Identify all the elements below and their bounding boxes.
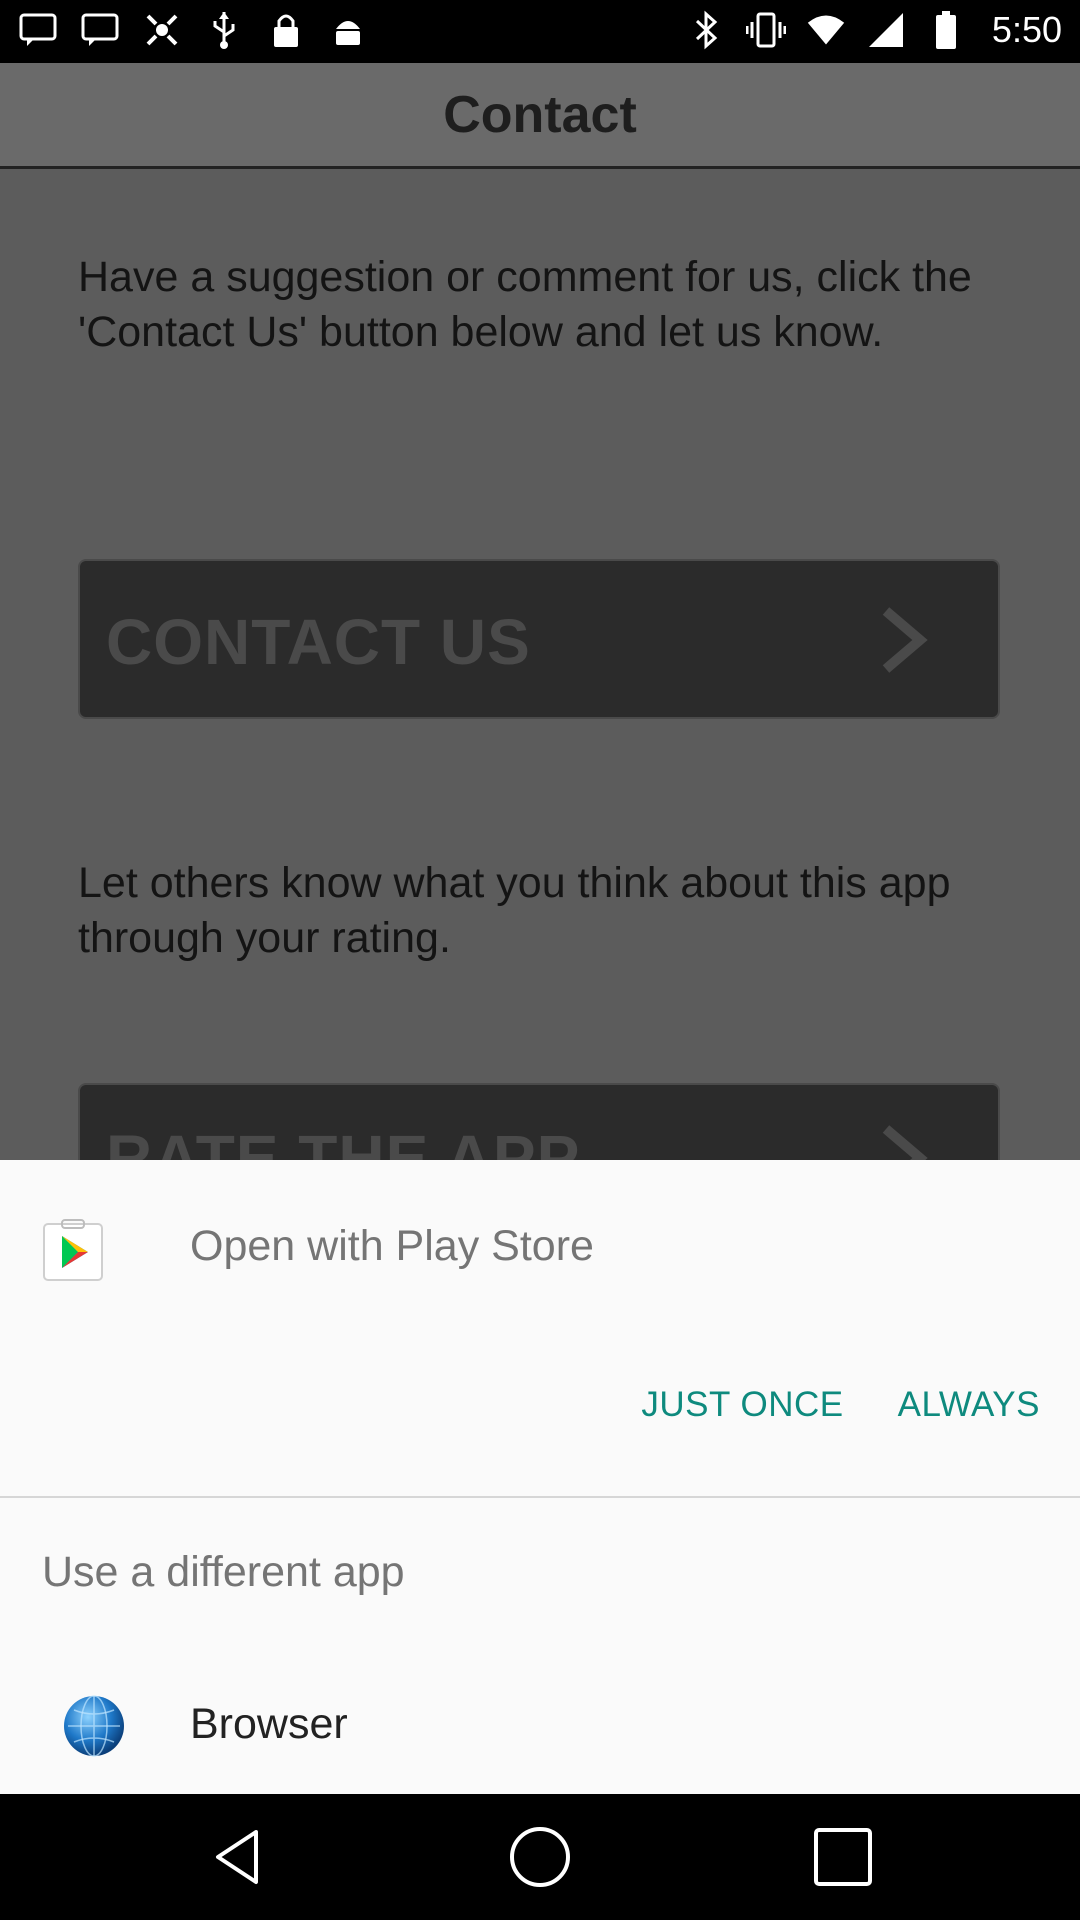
message-icon bbox=[18, 8, 58, 52]
rating-description: Let others know what you think about thi… bbox=[78, 859, 951, 962]
vibrate-icon bbox=[745, 8, 786, 52]
dialog-title: Open with Play Store bbox=[190, 1222, 594, 1270]
browser-label: Browser bbox=[190, 1700, 348, 1748]
dialog-actions: JUST ONCE ALWAYS bbox=[641, 1385, 1040, 1425]
always-button[interactable]: ALWAYS bbox=[898, 1385, 1040, 1425]
bluetooth-icon bbox=[686, 8, 726, 52]
battery-icon bbox=[926, 8, 966, 52]
app-background: Contact Have a suggestion or comment for… bbox=[0, 63, 1080, 1243]
clock: 5:50 bbox=[991, 9, 1062, 50]
message-icon bbox=[80, 8, 120, 52]
divider bbox=[0, 1496, 1080, 1498]
globe-icon bbox=[64, 1695, 124, 1757]
android-icon bbox=[328, 8, 368, 52]
play-store-icon bbox=[43, 1219, 103, 1281]
play-store-row: Open with Play Store bbox=[0, 1160, 1080, 1340]
open-with-sheet: Open with Play Store JUST ONCE ALWAYS Us… bbox=[0, 1160, 1080, 1794]
chevron-right-icon bbox=[882, 607, 928, 673]
lock-icon bbox=[266, 8, 306, 52]
contact-description: Have a suggestion or comment for us, cli… bbox=[78, 253, 972, 356]
usb-icon bbox=[204, 8, 244, 52]
app-header: Contact bbox=[0, 63, 1080, 169]
status-bar: 5:50 bbox=[0, 0, 1080, 63]
contact-us-label: CONTACT US bbox=[106, 606, 531, 678]
recents-icon[interactable] bbox=[810, 1824, 876, 1890]
signal-icon bbox=[866, 8, 906, 52]
page-title: Contact bbox=[443, 86, 637, 144]
contact-us-button[interactable]: CONTACT US bbox=[78, 559, 1000, 719]
just-once-button[interactable]: JUST ONCE bbox=[641, 1385, 843, 1425]
fake-gps-icon bbox=[142, 8, 182, 52]
use-different-app-label: Use a different app bbox=[42, 1548, 405, 1596]
browser-option[interactable]: Browser bbox=[0, 1670, 1080, 1780]
home-icon[interactable] bbox=[507, 1824, 573, 1890]
navigation-bar bbox=[0, 1794, 1080, 1920]
wifi-icon bbox=[806, 8, 846, 52]
back-icon[interactable] bbox=[206, 1824, 272, 1890]
